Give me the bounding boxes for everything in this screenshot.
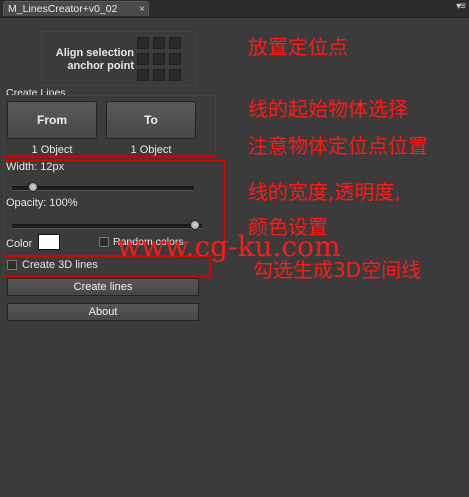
panel-tab-title: M_LinesCreator+v0_02 [8, 3, 118, 15]
about-button[interactable]: About [7, 303, 199, 321]
from-status: 1 Object [31, 144, 73, 156]
close-icon[interactable]: × [139, 2, 145, 17]
width-slider-track[interactable] [12, 186, 194, 191]
opacity-slider-thumb[interactable] [190, 220, 200, 230]
select-annotation-line2: 注意物体定位点位置 [248, 134, 428, 158]
anchor-annotation: 放置定位点 [248, 35, 348, 59]
opacity-label: Opacity: 100% [6, 197, 78, 209]
color-swatch[interactable] [38, 234, 60, 250]
opacity-slider-track[interactable] [12, 224, 202, 229]
create-lines-button[interactable]: Create lines [7, 278, 199, 296]
style-annotation-line1: 线的宽度,透明度, [248, 180, 401, 204]
select-annotation-line1: 线的起始物体选择 [248, 97, 408, 121]
to-button[interactable]: To [106, 101, 196, 139]
create-3d-label: Create 3D lines [22, 259, 98, 271]
to-status: 1 Object [130, 144, 172, 156]
random-colors-checkbox[interactable] [99, 237, 109, 247]
anchor-annotation-box [41, 31, 196, 86]
panel-menu-icon[interactable]: ▾≡ [456, 1, 466, 12]
width-label: Width: 12px [6, 161, 65, 173]
panel-tab[interactable]: M_LinesCreator+v0_02 × [3, 1, 149, 16]
from-button[interactable]: From [7, 101, 97, 139]
color-label: Color [6, 238, 33, 250]
create-3d-checkbox[interactable] [7, 260, 17, 270]
width-slider-thumb[interactable] [28, 182, 38, 192]
watermark-text: www.cg-ku.com [117, 230, 341, 263]
